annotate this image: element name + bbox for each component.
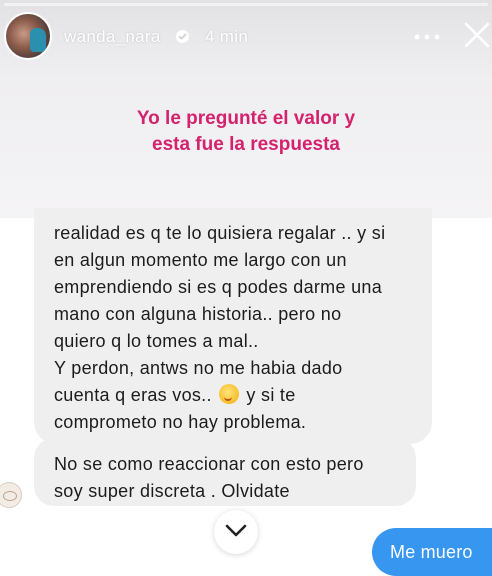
story-progress-bar <box>4 3 488 6</box>
message-line-with-emoji: cuenta q eras vos.. y si te <box>54 382 414 409</box>
close-icon[interactable] <box>462 20 492 50</box>
post-time: 4 min <box>205 27 249 46</box>
message-line: en algun momento me largo con un <box>54 250 347 270</box>
message-line: No se como reaccionar con esto pero <box>54 454 364 474</box>
caption-line-1: Yo le pregunté el valor y <box>136 108 356 129</box>
received-message-bubble: realidad es q te lo quisiera regalar .. … <box>34 208 432 444</box>
avatar-detail <box>30 28 46 52</box>
message-line: Y perdon, antws no me habia dado <box>54 358 343 378</box>
winking-face-emoji <box>219 384 240 404</box>
chat-area: realidad es q te lo quisiera regalar .. … <box>0 208 492 576</box>
scroll-to-bottom-button[interactable] <box>214 510 258 554</box>
message-line: mano con alguna historia.. pero no <box>54 304 342 324</box>
story-caption: Yo le pregunté el valor y esta fue la re… <box>0 106 492 158</box>
message-segment: y si te <box>246 385 296 405</box>
caption-line-2: esta fue la respuesta <box>152 134 340 155</box>
username[interactable]: wanda_nara <box>64 27 161 47</box>
sender-avatar[interactable] <box>0 482 22 508</box>
verified-badge-icon <box>176 30 189 43</box>
message-line: quiero q lo tomes a mal.. <box>54 331 259 351</box>
message-segment: cuenta q eras vos.. <box>54 385 212 405</box>
message-line: comprometo no hay problema. <box>54 412 307 432</box>
message-line: emprendiendo si es q podes darme una <box>54 277 383 297</box>
profile-avatar[interactable] <box>4 12 52 60</box>
message-line: soy super discreta . Olvidate <box>54 481 290 501</box>
story-header-area: wanda_nara 4 min Yo le pregunté el valor… <box>0 0 492 218</box>
received-message-bubble: No se como reaccionar con esto pero soy … <box>34 438 416 506</box>
chevron-down-icon <box>225 524 247 537</box>
sent-message-bubble: Me muero <box>372 528 492 576</box>
message-line: realidad es q te lo quisiera regalar .. … <box>54 223 386 243</box>
more-dots-icon[interactable] <box>414 34 440 40</box>
